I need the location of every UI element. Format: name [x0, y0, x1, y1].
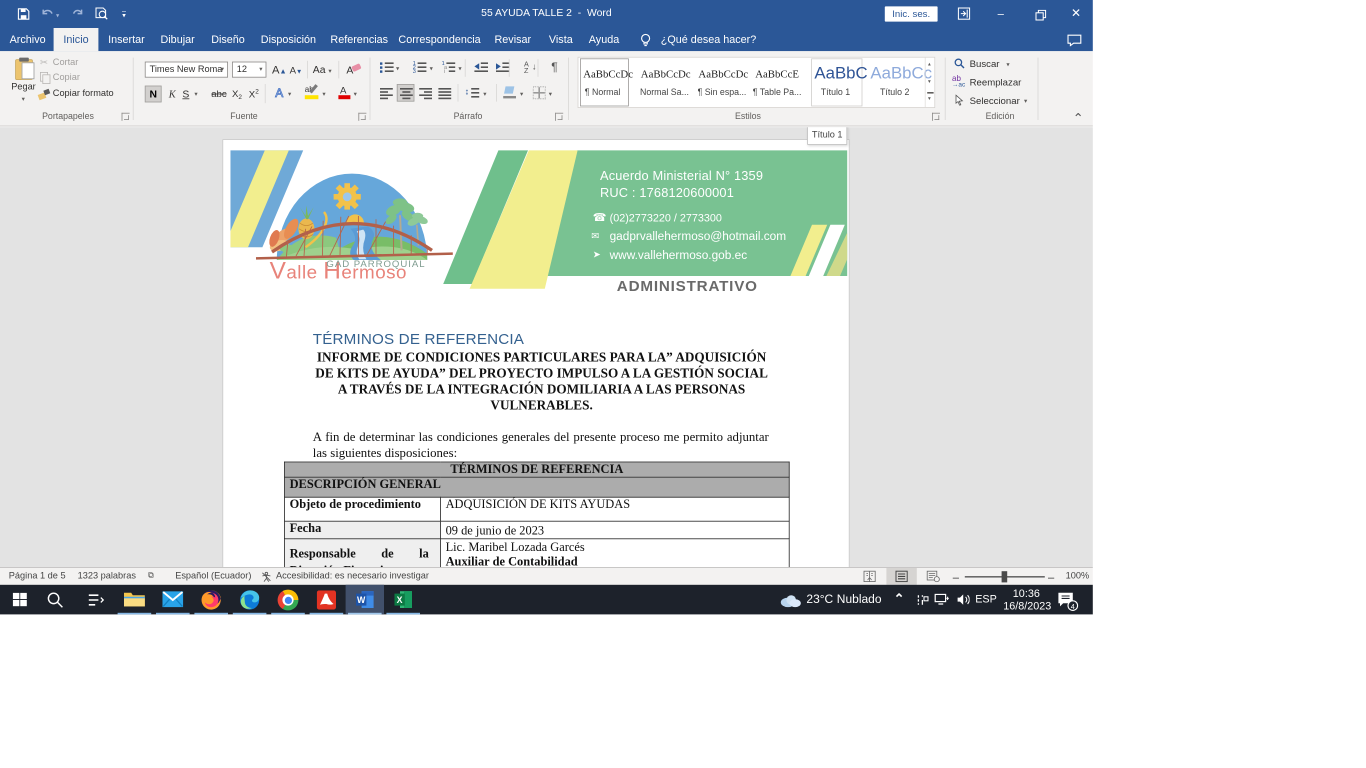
svg-text:W: W: [357, 595, 366, 605]
svg-text:4: 4: [1071, 602, 1075, 611]
svg-text:X: X: [397, 595, 403, 605]
